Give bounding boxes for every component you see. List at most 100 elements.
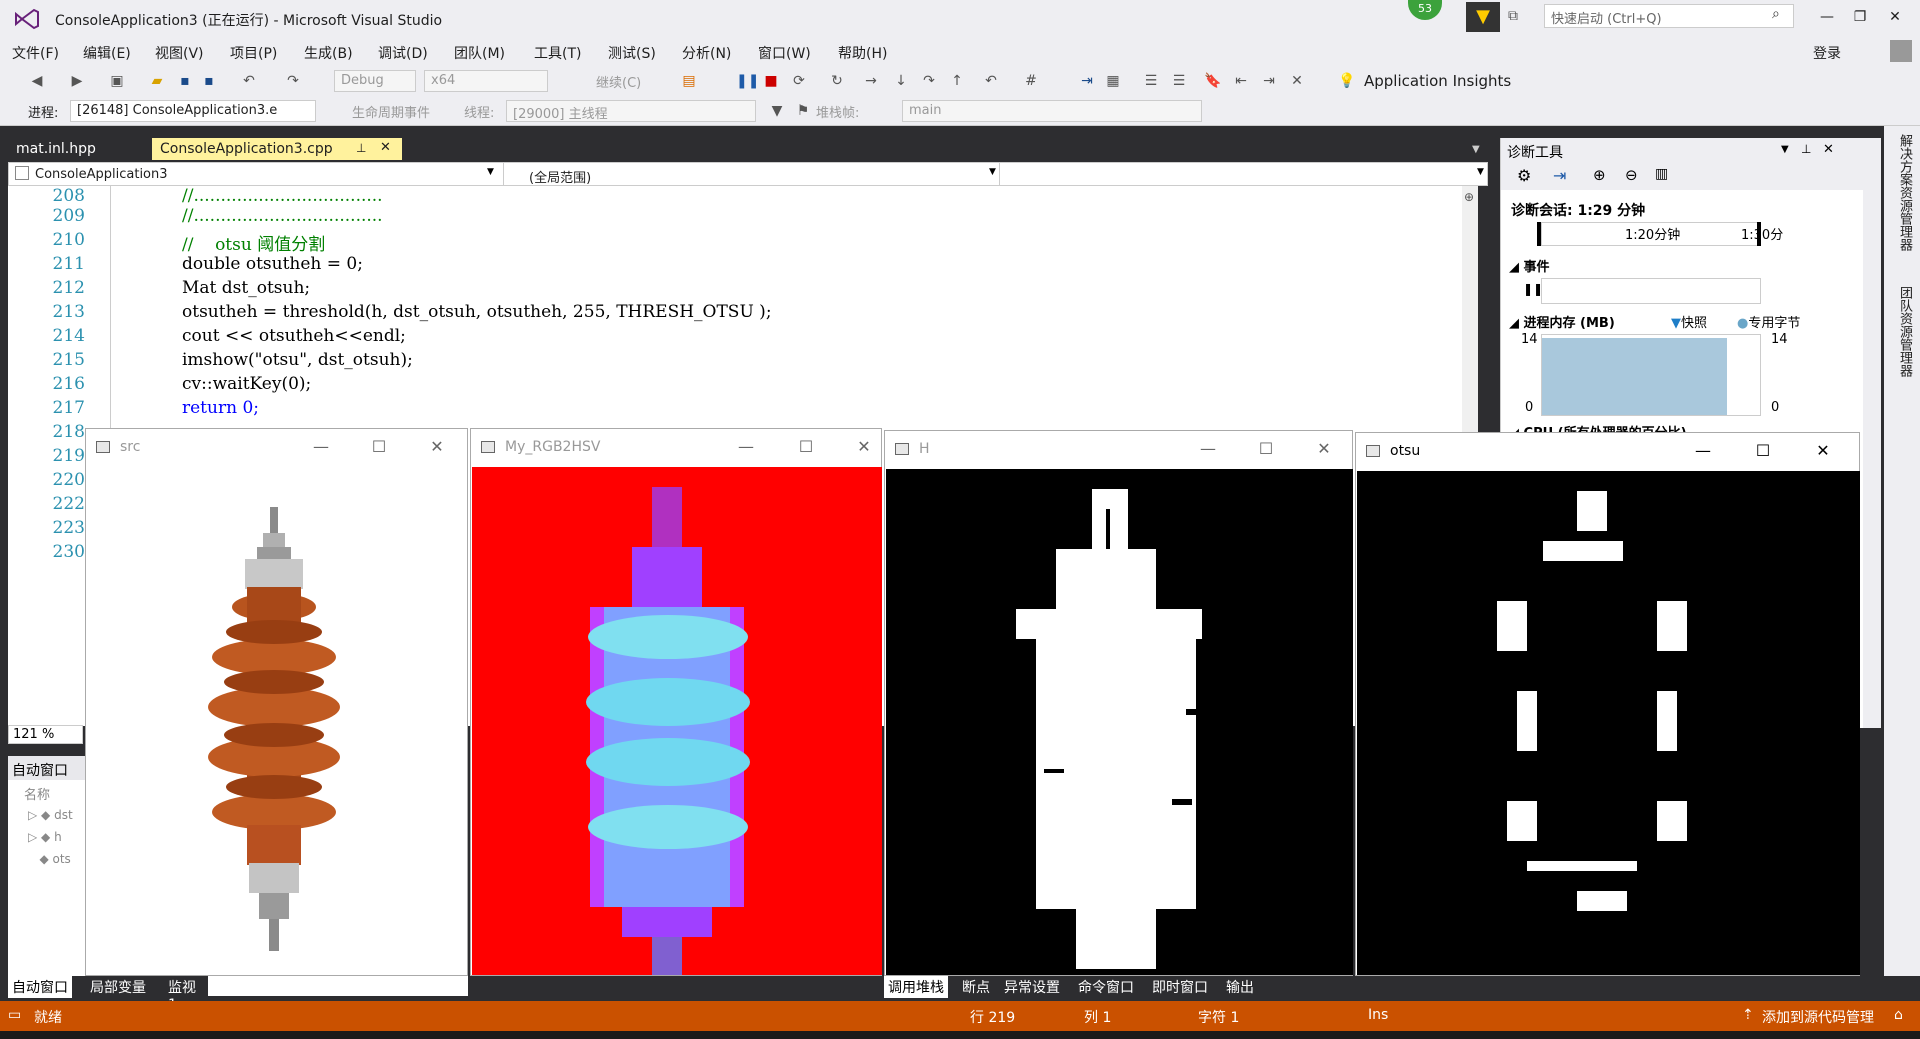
minimize-button[interactable]: —: [1193, 437, 1223, 461]
maximize-button[interactable]: ❐: [1845, 6, 1875, 28]
show-next-statement-icon[interactable]: →: [862, 72, 880, 90]
tab-call-stack[interactable]: 调用堆栈: [884, 976, 948, 998]
cv-window-titlebar[interactable]: src — ☐ ✕: [86, 429, 467, 467]
list-item[interactable]: ◆ ots: [28, 852, 70, 866]
minimize-button[interactable]: —: [306, 435, 336, 459]
close-button[interactable]: ✕: [849, 435, 879, 459]
user-avatar-icon[interactable]: [1890, 40, 1912, 62]
menu-analyze[interactable]: 分析(N): [682, 43, 731, 63]
tab-breakpoints[interactable]: 断点: [958, 976, 994, 998]
chevron-down-icon[interactable]: ▼: [487, 167, 494, 177]
zoom-select[interactable]: 121 %: [8, 725, 83, 744]
feedback-icon[interactable]: ⧉: [1508, 8, 1528, 28]
step-into-icon[interactable]: ↓: [892, 72, 910, 90]
zoom-out-icon[interactable]: ⊖: [1625, 166, 1638, 184]
app-insights-icon[interactable]: 💡: [1338, 72, 1356, 90]
menu-edit[interactable]: 编辑(E): [83, 43, 131, 63]
menu-build[interactable]: 生成(B): [304, 43, 353, 63]
zoom-in-icon[interactable]: ⊕: [1593, 166, 1606, 184]
maximize-button[interactable]: ☐: [1748, 439, 1778, 463]
split-editor-icon[interactable]: ⊕: [1464, 190, 1474, 204]
menu-file[interactable]: 文件(F): [12, 43, 59, 63]
notification-badge[interactable]: 53: [1408, 0, 1442, 20]
cv-window-titlebar[interactable]: My_RGB2HSV — ☐ ✕: [471, 429, 881, 467]
thread-icon[interactable]: ⇥: [1078, 72, 1096, 90]
close-button[interactable]: ✕: [1880, 6, 1910, 28]
hex-display-icon[interactable]: #: [1022, 72, 1040, 90]
new-project-icon[interactable]: ▣: [108, 72, 126, 90]
tab-locals[interactable]: 局部变量: [86, 976, 150, 998]
tab-command-window[interactable]: 命令窗口: [1074, 976, 1138, 998]
close-icon[interactable]: ✕: [1823, 142, 1834, 157]
clear-bookmarks-icon[interactable]: ✕: [1288, 72, 1306, 90]
step-out-icon[interactable]: ↑: [948, 72, 966, 90]
maximize-button[interactable]: ☐: [364, 435, 394, 459]
upload-icon[interactable]: ⇡: [1742, 1007, 1754, 1023]
add-to-source-control-button[interactable]: 添加到源代码管理: [1762, 1007, 1874, 1027]
menu-test[interactable]: 测试(S): [608, 43, 656, 63]
memory-section[interactable]: ◢ 进程内存 (MB): [1509, 312, 1615, 331]
minimize-button[interactable]: —: [731, 435, 761, 459]
indent-icon[interactable]: ☰: [1170, 72, 1188, 90]
tab-immediate-window[interactable]: 即时窗口: [1148, 976, 1212, 998]
forward-icon[interactable]: ▶: [68, 72, 86, 90]
continue-button[interactable]: 继续(C): [596, 72, 641, 91]
config-select[interactable]: Debug: [334, 70, 416, 92]
bookmark-icon[interactable]: 🔖: [1204, 72, 1222, 90]
undo-icon[interactable]: ↶: [240, 72, 258, 90]
menu-window[interactable]: 窗口(W): [758, 43, 811, 63]
step-over-icon[interactable]: ↷: [920, 72, 938, 90]
lifecycle-events-button[interactable]: 生命周期事件: [352, 102, 430, 121]
minimize-button[interactable]: —: [1812, 6, 1842, 28]
close-tab-icon[interactable]: ✕: [380, 140, 391, 155]
cv-window-src[interactable]: src — ☐ ✕: [85, 428, 468, 976]
hot-reload-icon[interactable]: ↻: [828, 72, 846, 90]
events-section[interactable]: ◢ 事件: [1509, 256, 1550, 275]
tab-dropdown-icon[interactable]: ▼: [1472, 144, 1480, 155]
menu-team[interactable]: 团队(M): [454, 43, 505, 63]
pause-icon[interactable]: ❚❚: [736, 72, 759, 90]
prev-bookmark-icon[interactable]: ⇤: [1232, 72, 1250, 90]
cv-window-h[interactable]: H — ☐ ✕: [884, 430, 1353, 976]
scope-select[interactable]: (全局范围): [529, 167, 591, 186]
search-icon[interactable]: ⌕: [1772, 6, 1780, 22]
cv-window-titlebar[interactable]: otsu — ☐ ✕: [1356, 433, 1859, 471]
close-button[interactable]: ✕: [1309, 437, 1339, 461]
menu-help[interactable]: 帮助(H): [838, 43, 887, 63]
solution-explorer-tab[interactable]: 解决方案资源管理器: [1892, 134, 1912, 251]
tab-output[interactable]: 输出: [1222, 976, 1258, 998]
flag-thread-icon[interactable]: ⚑: [794, 102, 812, 120]
menu-project[interactable]: 项目(P): [230, 43, 277, 63]
team-explorer-tab[interactable]: 团队资源管理器: [1892, 286, 1912, 377]
filter-threads-icon[interactable]: ▼: [768, 102, 786, 120]
minimize-button[interactable]: —: [1688, 439, 1718, 463]
maximize-button[interactable]: ☐: [791, 435, 821, 459]
cv-window-titlebar[interactable]: H — ☐ ✕: [885, 431, 1352, 469]
menu-view[interactable]: 视图(V): [155, 43, 204, 63]
save-icon[interactable]: ▪: [176, 72, 194, 90]
close-button[interactable]: ✕: [422, 435, 452, 459]
close-button[interactable]: ✕: [1808, 439, 1838, 463]
open-folder-icon[interactable]: ▰: [148, 72, 166, 90]
pin-icon[interactable]: ⊥: [356, 141, 366, 155]
sign-in-link[interactable]: 登录: [1813, 43, 1841, 63]
menu-debug[interactable]: 调试(D): [378, 43, 428, 63]
maximize-button[interactable]: ☐: [1251, 437, 1281, 461]
notifications-icon[interactable]: ⌂: [1894, 1007, 1903, 1023]
stop-icon[interactable]: ■: [762, 72, 780, 90]
outdent-icon[interactable]: ☰: [1142, 72, 1160, 90]
diag-scrollbar[interactable]: [1863, 190, 1881, 728]
menu-tools[interactable]: 工具(T): [534, 43, 581, 63]
back-icon[interactable]: ◀: [28, 72, 46, 90]
quick-launch-input[interactable]: 快速启动 (Ctrl+Q): [1544, 4, 1794, 28]
chevron-down-icon[interactable]: ▼: [1477, 167, 1484, 177]
tab-consoleapplication3-cpp[interactable]: ConsoleApplication3.cpp ⊥ ✕: [152, 138, 402, 160]
platform-select[interactable]: x64: [424, 70, 548, 92]
stack-frame-select[interactable]: main: [902, 100, 1202, 122]
restart-icon[interactable]: ⟳: [790, 72, 808, 90]
app-insights-button[interactable]: Application Insights: [1364, 72, 1511, 90]
output-icon[interactable]: ▭: [8, 1007, 21, 1023]
list-item[interactable]: ▷ ◆ h: [28, 830, 62, 844]
filter-icon[interactable]: ▼: [1466, 2, 1500, 32]
list-item[interactable]: ▷ ◆ dst: [28, 808, 73, 822]
